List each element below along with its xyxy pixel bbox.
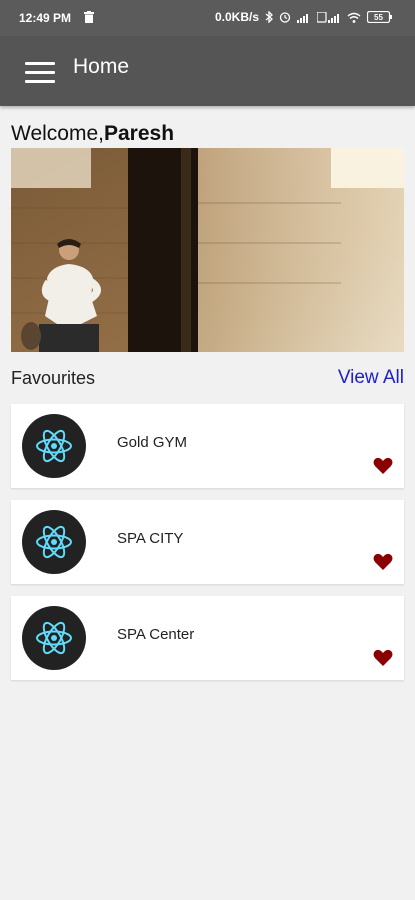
hamburger-menu-icon[interactable] — [25, 62, 55, 84]
heart-icon[interactable] — [373, 649, 393, 667]
react-atom-icon — [22, 414, 86, 478]
wifi-icon — [347, 12, 361, 23]
favourites-heading: Favourites — [11, 368, 96, 388]
welcome-prefix: Welcome, — [11, 122, 104, 145]
bluetooth-icon — [265, 11, 273, 23]
heart-icon[interactable] — [373, 553, 393, 571]
volte-signal-icon — [317, 11, 339, 23]
heart-icon[interactable] — [373, 457, 393, 475]
react-atom-icon — [22, 606, 86, 670]
status-icons: 0.0KB/s 55 — [215, 10, 393, 24]
status-bar: 12:49 PM 0.0KB/s 55 — [0, 0, 415, 36]
user-name: Paresh — [103, 122, 175, 145]
network-speed: 0.0KB/s — [214, 10, 259, 24]
favourite-card[interactable]: Gold GYM — [11, 404, 404, 488]
favourite-name: SPA Center — [117, 626, 195, 643]
alarm-icon — [279, 12, 291, 23]
trash-icon — [84, 11, 94, 23]
battery-level: 55 — [374, 13, 383, 22]
react-atom-icon — [22, 510, 86, 574]
app-bar: Home — [0, 36, 415, 106]
favourite-card[interactable]: SPA CITY — [11, 500, 404, 584]
status-time: 12:49 PM — [19, 11, 72, 25]
page-title: Home — [73, 55, 130, 78]
signal-icon — [297, 13, 308, 23]
banner-image — [11, 148, 404, 352]
view-all-link[interactable]: View All — [338, 367, 404, 389]
welcome-heading: Welcome,Paresh — [11, 122, 174, 146]
favourite-name: SPA CITY — [117, 530, 184, 547]
favourite-card[interactable]: SPA Center — [11, 596, 404, 680]
favourite-name: Gold GYM — [117, 434, 188, 451]
battery-icon: 55 — [367, 11, 392, 23]
